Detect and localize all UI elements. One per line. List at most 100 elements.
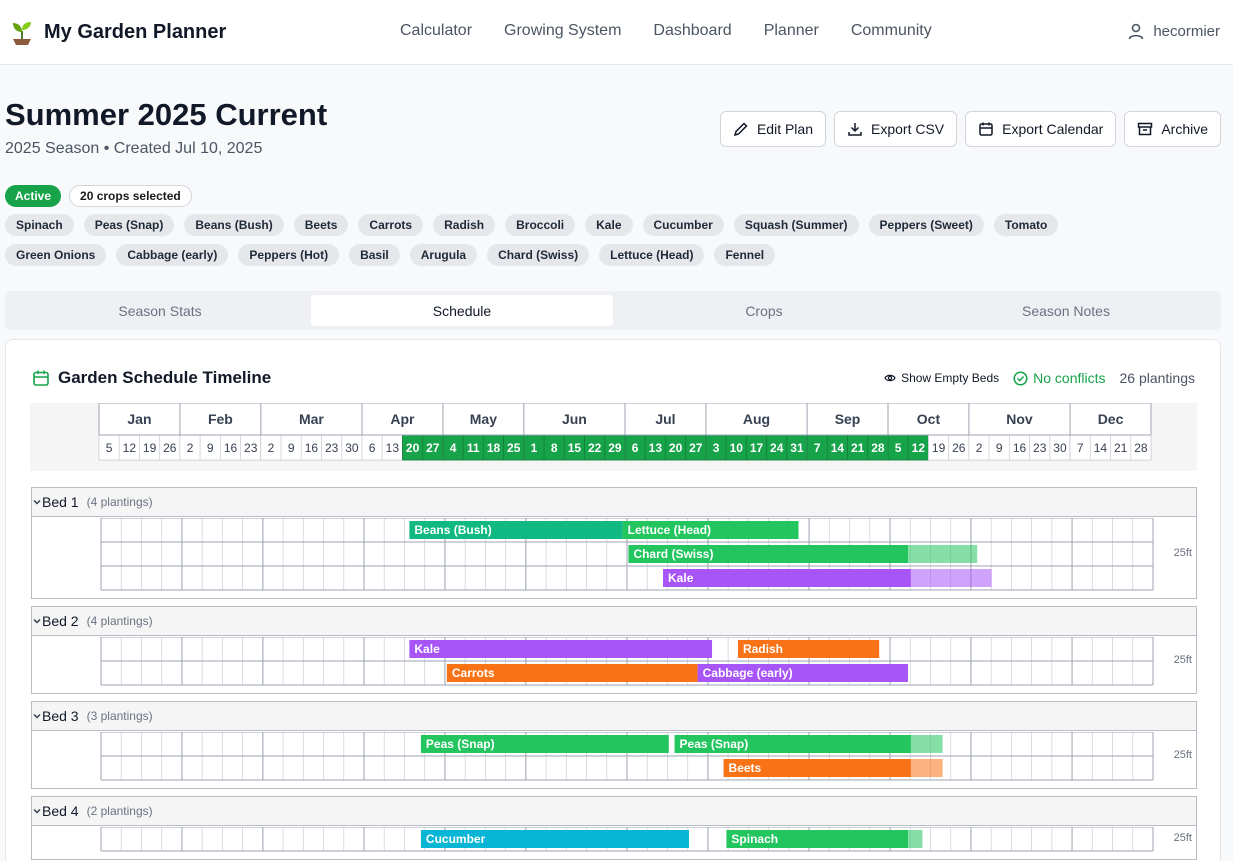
bed-length: 25ft [1173,749,1192,761]
crop-chip[interactable]: Basil [349,244,400,266]
week-label: 21 [1114,441,1128,455]
calendar-icon [979,122,993,136]
main-nav: Calculator Growing System Dashboard Plan… [400,22,932,40]
user-menu[interactable]: hecormier [1127,22,1220,40]
crop-chip[interactable]: Squash (Summer) [733,214,859,236]
download-icon [848,123,862,136]
show-empty-beds-toggle[interactable]: Show Empty Beds [884,371,999,385]
bed-section: Bed 3 (3 plantings) Peas (Snap) Peas (Snap)… [31,701,1197,789]
week-label: 30 [345,441,359,455]
brand[interactable]: My Garden Planner [10,19,226,45]
crop-chip[interactable]: Chard (Swiss) [487,244,590,266]
crop-chip[interactable]: Beets [293,214,349,236]
crop-chip[interactable]: Tomato [993,214,1059,236]
planting-label: Peas (Snap) [680,737,749,751]
nav-calculator[interactable]: Calculator [400,22,472,40]
week-label: 1 [531,441,538,455]
tab-season-notes[interactable]: Season Notes [915,295,1217,326]
tab-schedule[interactable]: Schedule [311,295,613,326]
bed-planting-count: (2 plantings) [86,804,153,818]
nav-growing-system[interactable]: Growing System [504,22,621,40]
week-label: 26 [163,441,177,455]
planting-bar-extension [908,545,978,563]
crop-chip[interactable]: Beans (Bush) [184,214,284,236]
week-label: 14 [831,441,845,455]
eye-icon [884,374,896,382]
export-csv-button[interactable]: Export CSV [834,111,958,147]
bed-header[interactable]: Bed 3 (3 plantings) [32,702,1196,731]
bed-header[interactable]: Bed 4 (2 plantings) [32,797,1196,826]
tab-crops[interactable]: Crops [613,295,915,326]
crop-chip[interactable]: Green Onions [5,244,107,266]
crop-chip[interactable]: Arugula [409,244,478,266]
export-calendar-button[interactable]: Export Calendar [965,111,1117,147]
check-circle-icon [1013,370,1028,386]
crop-chip[interactable]: Peas (Snap) [83,214,175,236]
planting-label: Cucumber [426,832,486,846]
schedule-toolbar: Show Empty Beds No conflicts 26 planting… [884,370,1195,386]
crop-chip[interactable]: Fennel [714,244,776,266]
schedule-title-text: Garden Schedule Timeline [58,368,272,387]
chevron-down-icon [33,713,41,719]
week-label: 26 [952,441,966,455]
week-label: 12 [912,441,926,455]
seedling-icon [13,22,31,45]
crop-chip-list: Spinach Peas (Snap) Beans (Bush) Beets Carro… [5,214,1165,266]
week-label: 5 [106,441,113,455]
week-label: 20 [669,441,683,455]
week-label: 23 [1033,441,1047,455]
bed-timeline: Cucumber Spinach [100,827,1154,852]
chevron-down-icon [33,618,41,624]
crop-chip[interactable]: Spinach [5,214,74,236]
week-label: 16 [305,441,319,455]
week-label: 13 [649,441,663,455]
planting-label: Kale [668,571,694,585]
week-label: 22 [588,441,602,455]
crop-chip[interactable]: Broccoli [505,214,576,236]
crop-chip[interactable]: Cabbage (early) [116,244,229,266]
crop-chip[interactable]: Peppers (Hot) [238,244,340,266]
month-label: Nov [1006,411,1033,427]
crop-chip[interactable]: Carrots [358,214,424,236]
week-label: 7 [814,441,821,455]
archive-icon [1138,122,1153,136]
schedule-title: Garden Schedule Timeline [32,368,271,388]
planting-label: Beets [729,761,762,775]
crop-chip[interactable]: Cucumber [642,214,724,236]
nav-planner[interactable]: Planner [764,22,819,40]
week-label: 21 [851,441,865,455]
bed-planting-count: (4 plantings) [86,614,153,628]
planting-bar[interactable] [409,640,713,658]
edit-plan-button[interactable]: Edit Plan [719,111,826,147]
crop-chip[interactable]: Kale [585,214,633,236]
status-badges: Active 20 crops selected [5,185,192,207]
planting-bar[interactable] [663,569,911,587]
archive-label: Archive [1161,121,1208,137]
pencil-icon [733,122,748,137]
week-label: 2 [976,441,983,455]
bed-header[interactable]: Bed 2 (4 plantings) [32,607,1196,636]
bed-name: Bed 2 [42,613,79,629]
nav-dashboard[interactable]: Dashboard [653,22,731,40]
crop-chip[interactable]: Lettuce (Head) [599,244,705,266]
week-label: 16 [224,441,238,455]
planting-bar-extension [910,735,943,753]
month-label: Dec [1098,411,1124,427]
month-label: Feb [208,411,233,427]
crop-chip[interactable]: Peppers (Sweet) [868,214,984,236]
week-label: 28 [871,441,885,455]
bed-header[interactable]: Bed 1 (4 plantings) [32,488,1196,517]
crop-chip[interactable]: Radish [433,214,496,236]
app-title: My Garden Planner [44,20,227,43]
month-label: Mar [299,411,324,427]
month-label: Jan [127,411,151,427]
archive-button[interactable]: Archive [1124,111,1221,147]
nav-community[interactable]: Community [851,22,932,40]
week-label: 7 [1077,441,1084,455]
week-label: 31 [790,441,804,455]
week-label: 12 [123,441,137,455]
timeline-header: Jan5 12 19 26Feb2 9 16 23Mar2 9 16 23 30Apr6 13 20 27… [98,403,1152,461]
bed-name: Bed 3 [42,708,79,724]
tab-season-stats[interactable]: Season Stats [9,295,311,326]
export-calendar-label: Export Calendar [1002,121,1104,137]
